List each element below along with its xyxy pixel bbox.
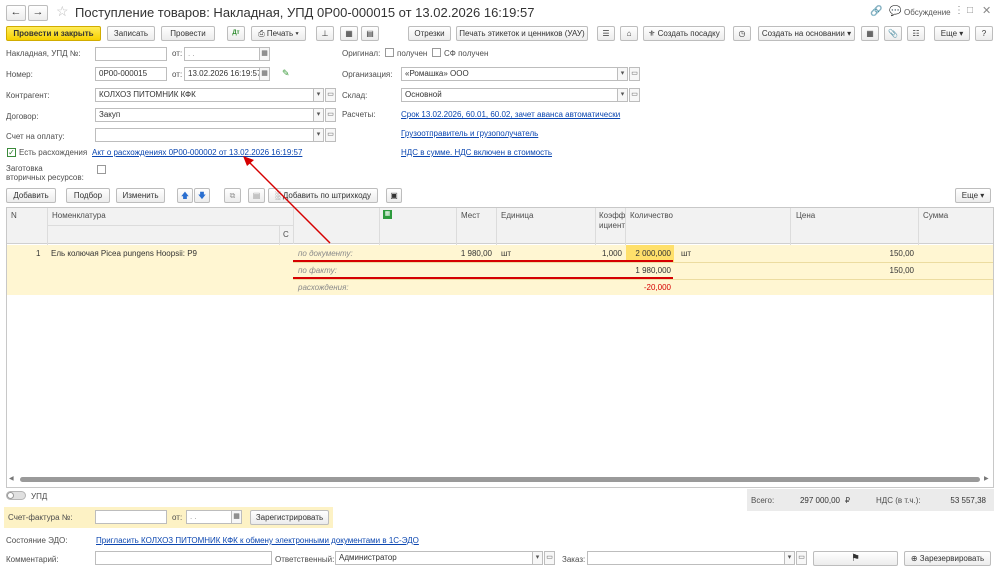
upd-toggle[interactable] xyxy=(6,491,26,500)
scroll-right-icon[interactable]: ▶ xyxy=(984,475,989,482)
order-input[interactable] xyxy=(587,551,785,565)
edo-link[interactable]: Пригласить КОЛХОЗ ПИТОМНИК КФК к обмену … xyxy=(96,536,419,545)
annotation-arrow xyxy=(243,156,331,244)
edo-label: Состояние ЭДО: xyxy=(6,536,68,545)
sf-label: Счет-фактура №: xyxy=(8,513,73,522)
vat-label: НДС (в т.ч.): xyxy=(876,496,921,505)
responsible-label: Ответственный: xyxy=(275,555,335,564)
upd-label: УПД xyxy=(31,492,48,501)
comment-label: Комментарий: xyxy=(6,555,59,564)
order-label: Заказ: xyxy=(562,555,586,564)
reserve-label: Зарезервировать xyxy=(919,554,985,563)
responsible-input[interactable]: Администратор xyxy=(335,551,533,565)
comment-input[interactable] xyxy=(95,551,272,565)
sf-date-input[interactable]: . . xyxy=(186,510,232,524)
responsible-open-icon[interactable]: ▭ xyxy=(544,551,555,565)
sf-from-label: от: xyxy=(172,513,183,522)
plus-icon: ⊕ xyxy=(910,554,918,563)
total-value: 297 000,00 xyxy=(799,496,840,505)
register-button[interactable]: Зарегистрировать xyxy=(250,510,329,525)
sf-number-input[interactable] xyxy=(95,510,167,524)
reserve-button[interactable]: ⊕ Зарезервировать xyxy=(904,551,991,566)
calendar-icon[interactable]: ▦ xyxy=(231,510,242,524)
horizontal-scrollbar[interactable] xyxy=(20,477,980,482)
order-open-icon[interactable]: ▭ xyxy=(796,551,807,565)
scroll-left-icon[interactable]: ◀ xyxy=(9,475,14,482)
flag-button[interactable]: ⚑ xyxy=(813,551,898,566)
order-dropdown-icon[interactable]: ▾ xyxy=(784,551,795,565)
responsible-dropdown-icon[interactable]: ▾ xyxy=(532,551,543,565)
total-label: Всего: xyxy=(751,496,775,505)
vat-value: 53 557,38 xyxy=(950,496,986,505)
currency: ₽ xyxy=(845,496,851,505)
